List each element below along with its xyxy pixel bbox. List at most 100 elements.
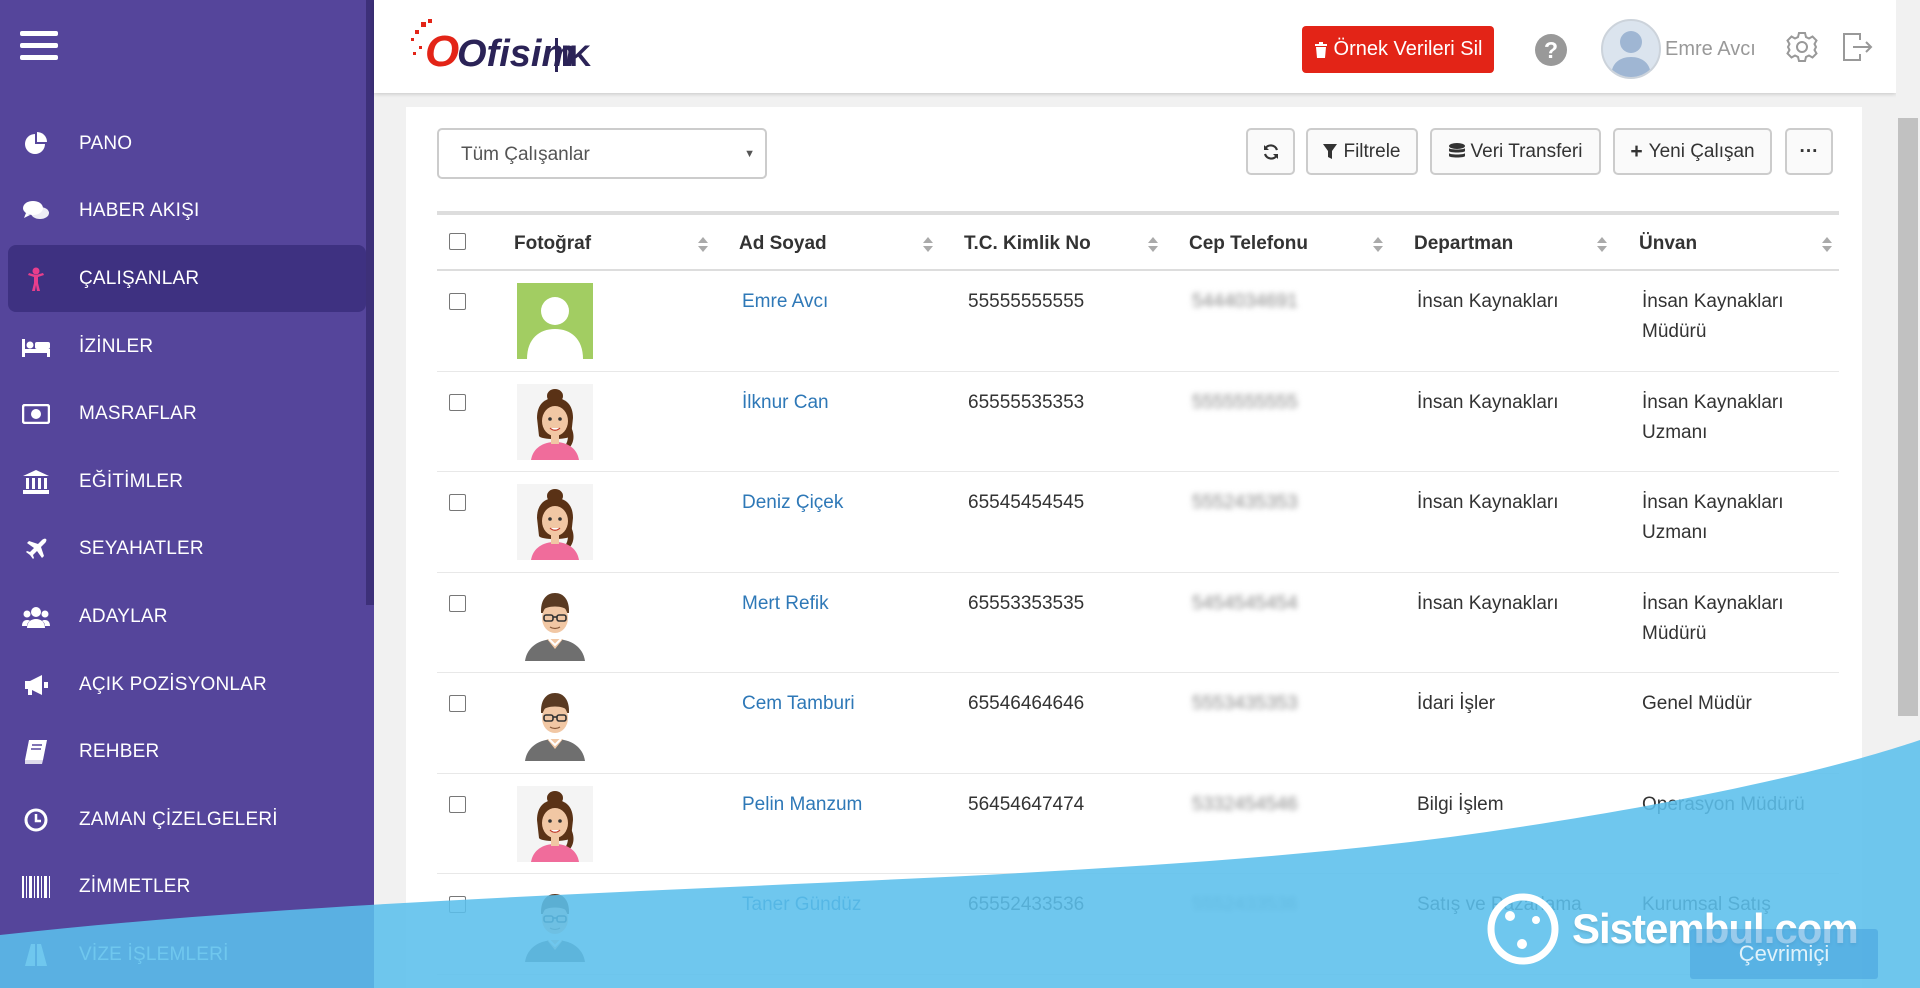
app-logo[interactable]: O Ofisim IK [411, 16, 611, 78]
sidebar-item-label: ZAMAN ÇİZELGELERİ [79, 808, 278, 830]
column-header-phone[interactable]: Cep Telefonu [1189, 233, 1308, 255]
sidebar-item-vize-islemleri[interactable]: VİZE İŞLEMLERİ [0, 921, 366, 988]
sort-icon[interactable] [1597, 237, 1607, 253]
sidebar-item-zimmetler[interactable]: ZİMMETLER [0, 854, 366, 922]
sidebar-item-adaylar[interactable]: ADAYLAR [0, 583, 366, 651]
row-checkbox[interactable] [449, 594, 466, 612]
barcode-icon [21, 874, 51, 900]
gear-icon[interactable] [1785, 30, 1819, 64]
sort-icon[interactable] [1373, 237, 1383, 253]
user-menu[interactable]: Emre Avcı [1601, 19, 1756, 79]
sidebar-item-izinler[interactable]: İZİNLER [0, 313, 366, 381]
sidebar-item-label: PANO [79, 132, 133, 154]
sidebar-item-pano[interactable]: PANO [0, 110, 366, 178]
column-header-tc[interactable]: T.C. Kimlik No [964, 233, 1091, 255]
job-title-line-1: İnsan Kaynakları [1642, 592, 1784, 614]
bed-icon [21, 334, 51, 360]
employee-filter-select[interactable]: Tüm Çalışanlar ▼ [437, 128, 767, 179]
sidebar-item-masraflar[interactable]: MASRAFLAR [0, 380, 366, 448]
sort-icon[interactable] [1148, 237, 1158, 253]
column-header-photo[interactable]: Fotoğraf [514, 233, 591, 255]
new-employee-button[interactable]: + Yeni Çalışan [1613, 128, 1772, 175]
sidebar-item-label: HABER AKIŞI [79, 200, 200, 222]
row-checkbox[interactable] [449, 393, 466, 411]
sidebar-item-haber-akisi[interactable]: HABER AKIŞI [0, 178, 366, 246]
refresh-button[interactable] [1246, 128, 1295, 175]
job-title: İnsan Kaynakları Uzmanı [1642, 488, 1784, 548]
mobile-phone: 5552435353 [1192, 492, 1298, 513]
user-name: Emre Avcı [1665, 37, 1756, 60]
table-row[interactable]: Pelin Manzum 56454647474 5332454546 Bilgi İ… [437, 774, 1839, 874]
department: İnsan Kaynakları [1417, 291, 1559, 312]
job-title-line-1: İnsan Kaynakları [1642, 492, 1784, 513]
table-row[interactable]: Taner Gündüz 65552433536 5552433536 Satış v… [437, 874, 1839, 975]
sidebar: PANO HABER AKIŞI ÇALIŞANLAR İZİNLER MASRAFLA… [0, 0, 374, 988]
employee-name-link[interactable]: Mert Refik [742, 589, 829, 619]
sidebar-scrollbar[interactable] [366, 0, 374, 605]
employees-panel: Tüm Çalışanlar ▼ Filtrele Veri Transferi… [406, 107, 1862, 988]
select-all-checkbox[interactable] [449, 233, 466, 250]
logout-icon[interactable] [1841, 31, 1873, 63]
svg-text:O: O [425, 27, 459, 76]
clock-icon [21, 807, 51, 833]
sidebar-item-acik-pozisyonlar[interactable]: AÇIK POZİSYONLAR [0, 651, 366, 719]
sidebar-item-label: EĞİTİMLER [79, 470, 184, 492]
sidebar-item-label: ZİMMETLER [79, 876, 191, 898]
table-row[interactable]: Emre Avcı 55555555555 5444034691 İnsan Kayn… [437, 271, 1839, 372]
delete-sample-data-label: Örnek Verileri Sil [1333, 38, 1483, 60]
table-header: Fotoğraf Ad Soyad T.C. Kimlik No Cep Tel… [437, 215, 1839, 271]
megaphone-icon [21, 672, 51, 698]
sidebar-item-rehber[interactable]: REHBER [0, 718, 366, 786]
column-header-department[interactable]: Departman [1414, 233, 1513, 255]
table-row[interactable]: İlknur Can 65555535353 5555555555 İnsan Kay… [437, 372, 1839, 472]
department: İnsan Kaynakları [1417, 391, 1559, 413]
more-options-button[interactable]: ··· [1785, 128, 1833, 175]
online-status-button[interactable]: Çevrimiçi [1690, 929, 1878, 979]
filter-button[interactable]: Filtrele [1306, 128, 1418, 175]
mobile-phone: 5444034691 [1192, 291, 1298, 312]
caret-down-icon: ▼ [744, 148, 755, 160]
top-header: O Ofisim IK Örnek Verileri Sil ? Emre Av… [374, 0, 1896, 93]
row-checkbox[interactable] [449, 896, 466, 913]
sidebar-item-label: ADAYLAR [79, 605, 168, 627]
sort-icon[interactable] [698, 237, 708, 253]
sidebar-item-calisanlar[interactable]: ÇALIŞANLAR [0, 245, 366, 313]
comments-icon [21, 198, 51, 224]
table-row[interactable]: Mert Refik 65553353535 5454545454 İnsan Kay… [437, 573, 1839, 673]
data-transfer-button[interactable]: Veri Transferi [1430, 128, 1601, 175]
tc-number: 65546464646 [968, 693, 1085, 714]
row-checkbox[interactable] [449, 695, 466, 712]
new-employee-label: Yeni Çalışan [1648, 140, 1755, 162]
row-checkbox[interactable] [449, 795, 466, 813]
column-header-name[interactable]: Ad Soyad [739, 233, 827, 255]
employee-name-link[interactable]: Emre Avcı [742, 287, 828, 317]
sidebar-item-egitimler[interactable]: EĞİTİMLER [0, 448, 366, 516]
employee-photo [517, 785, 593, 862]
row-checkbox[interactable] [449, 494, 466, 511]
delete-sample-data-button[interactable]: Örnek Verileri Sil [1302, 26, 1494, 73]
table-row[interactable]: Cem Tamburi 65546464646 5553435353 İdari İş… [437, 673, 1839, 774]
page-scrollbar-thumb[interactable] [1898, 118, 1918, 716]
mobile-phone: 5332454546 [1192, 793, 1298, 815]
page-scrollbar[interactable] [1896, 0, 1920, 988]
help-icon[interactable]: ? [1535, 34, 1567, 66]
menu-toggle-icon[interactable] [20, 29, 58, 61]
sidebar-item-seyahatler[interactable]: SEYAHATLER [0, 516, 366, 584]
column-header-title[interactable]: Ünvan [1639, 233, 1697, 255]
job-title: Kurumsal Satış [1642, 890, 1771, 920]
employee-name-link[interactable]: Cem Tamburi [742, 689, 855, 719]
department: Bilgi İşlem [1417, 793, 1504, 815]
sidebar-item-zaman-cizelgeleri[interactable]: ZAMAN ÇİZELGELERİ [0, 786, 366, 854]
sort-icon[interactable] [923, 237, 933, 253]
sort-icon[interactable] [1822, 237, 1832, 253]
employee-name-link[interactable]: İlknur Can [742, 388, 829, 418]
sidebar-item-label: ÇALIŞANLAR [79, 267, 200, 289]
employee-name-link[interactable]: Pelin Manzum [742, 790, 862, 820]
tc-number: 65553353535 [968, 592, 1085, 614]
employee-name-link[interactable]: Deniz Çiçek [742, 488, 843, 518]
row-checkbox[interactable] [449, 293, 466, 310]
table-row[interactable]: Deniz Çiçek 65545454545 5552435353 İnsan Ka… [437, 472, 1839, 573]
filter-icon [1323, 143, 1338, 159]
employee-name-link[interactable]: Taner Gündüz [742, 890, 861, 920]
job-title-line-2: Müdürü [1642, 321, 1707, 342]
